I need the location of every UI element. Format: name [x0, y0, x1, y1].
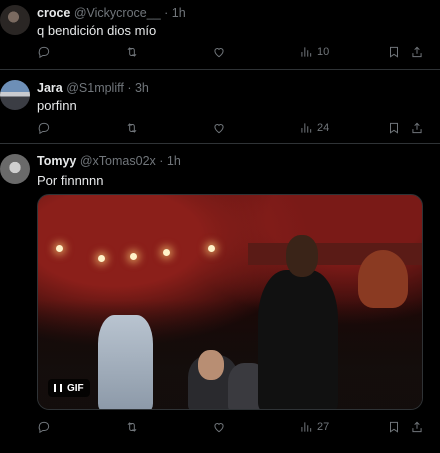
reply-icon: [38, 46, 50, 59]
reply-icon: [38, 122, 50, 135]
bookmark-button[interactable]: [387, 420, 401, 434]
reply-button[interactable]: [37, 420, 51, 434]
bookmark-icon: [390, 421, 398, 433]
reply-button[interactable]: [37, 121, 51, 135]
avatar[interactable]: [0, 5, 30, 35]
tweet-header: Tomyy @xTomas02x · 1h: [37, 154, 181, 168]
share-icon: [412, 46, 422, 58]
tweet-header: croce @Vickycroce__ · 1h: [37, 6, 186, 20]
separator-dot: ·: [127, 81, 132, 95]
tweet-text: Por finnnnn: [37, 173, 104, 188]
reply-button[interactable]: [37, 45, 51, 59]
media-scene-figure: [198, 350, 224, 380]
retweet-icon: [127, 123, 137, 133]
views-button[interactable]: 10: [299, 45, 329, 59]
retweet-icon: [127, 422, 137, 432]
pause-icon[interactable]: [54, 384, 62, 392]
avatar[interactable]: [0, 154, 30, 184]
tweet[interactable]: croce @Vickycroce__ · 1h q bendición dio…: [0, 0, 440, 70]
media-scene-figure: [98, 315, 153, 409]
views-count: 24: [317, 122, 330, 134]
avatar[interactable]: [0, 80, 30, 110]
separator-dot: ·: [159, 154, 164, 168]
media-scene-figure: [358, 250, 408, 308]
gif-media[interactable]: GIF: [37, 194, 423, 410]
like-icon: [214, 124, 224, 134]
media-scene-light: [130, 253, 137, 260]
user-handle[interactable]: @xTomas02x: [80, 154, 156, 168]
action-bar: 24: [37, 121, 428, 139]
views-count: 10: [317, 46, 330, 58]
like-button[interactable]: [212, 420, 226, 434]
share-button[interactable]: [410, 45, 424, 59]
views-count: 27: [317, 421, 330, 433]
views-icon: [301, 123, 312, 133]
share-icon: [412, 122, 422, 134]
retweet-button[interactable]: [125, 420, 139, 434]
user-handle[interactable]: @Vickycroce__: [74, 6, 161, 20]
action-bar: 27: [37, 420, 428, 438]
media-scene-light: [163, 249, 170, 256]
media-scene-light: [56, 245, 63, 252]
bookmark-icon: [390, 122, 398, 134]
like-icon: [214, 423, 224, 433]
retweet-button[interactable]: [125, 45, 139, 59]
timeline-feed: croce @Vickycroce__ · 1h q bendición dio…: [0, 0, 440, 453]
tweet[interactable]: Tomyy @xTomas02x · 1h Por finnnnn GIF 27: [0, 144, 440, 453]
timestamp[interactable]: 1h: [172, 6, 186, 20]
media-scene-figure: [286, 235, 318, 277]
views-button[interactable]: 24: [299, 121, 329, 135]
bookmark-button[interactable]: [387, 45, 401, 59]
media-scene-light: [98, 255, 105, 262]
bookmark-icon: [390, 46, 398, 58]
display-name[interactable]: Tomyy: [37, 154, 76, 168]
views-button[interactable]: 27: [299, 420, 329, 434]
reply-icon: [38, 421, 50, 434]
action-bar: 10: [37, 45, 428, 63]
like-button[interactable]: [212, 45, 226, 59]
display-name[interactable]: croce: [37, 6, 70, 20]
bookmark-button[interactable]: [387, 121, 401, 135]
timestamp[interactable]: 3h: [135, 81, 149, 95]
share-button[interactable]: [410, 121, 424, 135]
separator-dot: ·: [164, 6, 169, 20]
media-scene-light: [208, 245, 215, 252]
gif-label: GIF: [67, 382, 84, 394]
display-name[interactable]: Jara: [37, 81, 63, 95]
retweet-button[interactable]: [125, 121, 139, 135]
media-scene-figure: [258, 270, 338, 409]
tweet-header: Jara @S1mpliff · 3h: [37, 81, 149, 95]
share-button[interactable]: [410, 420, 424, 434]
share-icon: [412, 421, 422, 433]
gif-badge[interactable]: GIF: [48, 379, 90, 397]
like-button[interactable]: [212, 121, 226, 135]
views-icon: [301, 47, 312, 57]
tweet-text: porfinn: [37, 98, 77, 113]
like-icon: [214, 48, 224, 58]
timestamp[interactable]: 1h: [167, 154, 181, 168]
retweet-icon: [127, 47, 137, 57]
user-handle[interactable]: @S1mpliff: [66, 81, 124, 95]
tweet-text: q bendición dios mío: [37, 23, 157, 38]
views-icon: [301, 422, 312, 432]
